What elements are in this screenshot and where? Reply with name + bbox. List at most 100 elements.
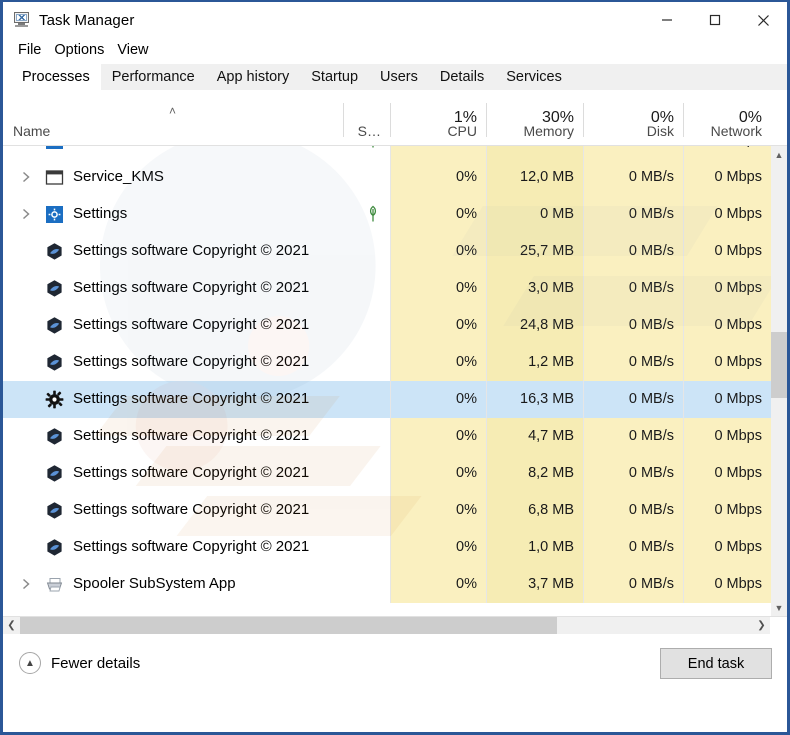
tab-performance[interactable]: Performance	[100, 64, 206, 91]
tab-startup[interactable]: Startup	[300, 64, 370, 91]
cell-cpu: 0%	[456, 280, 477, 296]
table-row[interactable]: Search 0% 0 MB 0 MB/s 0 Mbps	[3, 146, 771, 159]
table-row[interactable]: Spooler SubSystem App 0% 3,7 MB 0 MB/s 0 Mbp…	[3, 566, 771, 603]
scroll-left-button[interactable]: ❮	[3, 617, 20, 634]
cell-disk: 0 MB/s	[628, 391, 674, 407]
maximize-button[interactable]	[691, 2, 739, 38]
process-name: Settings software Copyright © 2021	[73, 390, 310, 407]
process-name: Settings software Copyright © 2021	[73, 279, 310, 296]
tab-app-history[interactable]: App history	[205, 64, 301, 91]
dark-hex-icon	[45, 242, 64, 261]
tab-processes[interactable]: Processes	[11, 64, 101, 91]
column-divider[interactable]	[486, 103, 487, 137]
search-app-icon	[45, 146, 64, 150]
menu-item-file[interactable]: File	[12, 41, 47, 60]
cell-cpu: 0%	[456, 243, 477, 259]
dark-hex-icon	[45, 316, 64, 335]
cell-network: 0 Mbps	[683, 146, 762, 148]
menu-bar: File Options View	[3, 38, 787, 63]
scroll-right-button[interactable]: ❯	[753, 617, 770, 634]
cell-memory: 1,2 MB	[528, 354, 574, 370]
minimize-icon	[662, 19, 672, 21]
cell-memory: 4,7 MB	[528, 428, 574, 444]
table-row[interactable]: Settings software Copyright © 2021 0% 24,8…	[3, 307, 771, 344]
cell-disk: 0 MB/s	[583, 146, 674, 148]
column-divider[interactable]	[390, 103, 391, 137]
fewer-details-button[interactable]: ▲ Fewer details	[19, 652, 140, 674]
cell-network: 0 Mbps	[714, 428, 762, 444]
table-row[interactable]: Settings software Copyright © 2021 0% 4,7 …	[3, 418, 771, 455]
settings-blue-icon	[45, 205, 64, 224]
expand-chevron-icon[interactable]	[20, 577, 32, 591]
scroll-up-button[interactable]: ▲	[771, 146, 787, 163]
cell-disk: 0 MB/s	[628, 502, 674, 518]
table-row[interactable]: Settings software Copyright © 2021 0% 6,8 …	[3, 492, 771, 529]
suspended-leaf-icon	[366, 205, 382, 224]
table-row[interactable]: Service_KMS 0% 12,0 MB 0 MB/s 0 Mbps	[3, 159, 771, 196]
cell-memory: 3,0 MB	[528, 280, 574, 296]
column-divider[interactable]	[683, 103, 684, 137]
process-list[interactable]: Search 0% 0 MB 0 MB/s 0 Mbps Service_KMS 0% 12,…	[3, 146, 787, 616]
column-header: ˄ Name S… 1% CPU 30% Memory 0% Disk 0% Network	[3, 91, 787, 146]
cell-disk: 0 MB/s	[628, 465, 674, 481]
process-name: Settings	[73, 205, 128, 222]
process-name: Settings software Copyright © 2021	[73, 501, 310, 518]
table-row[interactable]: Settings software Copyright © 2021 0% 1,0 …	[3, 529, 771, 566]
column-label-status: S…	[357, 123, 381, 139]
dark-hex-icon	[45, 464, 64, 483]
column-header-disk[interactable]: 0% Disk	[583, 91, 683, 145]
table-row[interactable]: Settings software Copyright © 2021 0% 3,0 …	[3, 270, 771, 307]
column-label-network: Network	[710, 123, 762, 139]
cell-cpu: 0%	[390, 146, 477, 148]
column-header-cpu[interactable]: 1% CPU	[390, 91, 486, 145]
column-header-name[interactable]: Name	[3, 91, 343, 145]
expand-chevron-icon[interactable]	[20, 146, 32, 147]
process-name: Settings software Copyright © 2021	[73, 242, 310, 259]
table-row[interactable]: Settings software Copyright © 2021 0% 25,7…	[3, 233, 771, 270]
end-task-button[interactable]: End task	[660, 648, 772, 679]
dark-hex-icon	[45, 538, 64, 557]
table-row[interactable]: Settings software Copyright © 2021 0% 16,3…	[3, 381, 771, 418]
column-header-status[interactable]: S…	[343, 91, 390, 145]
cell-disk: 0 MB/s	[628, 428, 674, 444]
maximize-icon	[709, 14, 721, 26]
horizontal-scroll-thumb[interactable]	[20, 617, 557, 634]
footer-bar: ▲ Fewer details End task	[3, 634, 787, 692]
tab-users[interactable]: Users	[369, 64, 429, 91]
cell-cpu: 0%	[456, 539, 477, 555]
column-divider[interactable]	[343, 103, 344, 137]
close-icon	[757, 14, 769, 26]
chevron-up-circle-icon: ▲	[19, 652, 41, 674]
scrollbar-corner	[770, 617, 787, 634]
horizontal-scrollbar[interactable]: ❮ ❯	[3, 616, 787, 634]
printer-icon	[45, 575, 64, 594]
suspended-leaf-icon	[366, 146, 382, 150]
tab-services[interactable]: Services	[495, 64, 573, 91]
table-row[interactable]: Settings software Copyright © 2021 0% 8,2 …	[3, 455, 771, 492]
cell-cpu: 0%	[456, 428, 477, 444]
column-label-memory: Memory	[523, 123, 574, 139]
cell-disk: 0 MB/s	[628, 280, 674, 296]
column-header-memory[interactable]: 30% Memory	[486, 91, 583, 145]
process-name: Settings software Copyright © 2021	[73, 316, 310, 333]
tab-details[interactable]: Details	[428, 64, 496, 91]
vertical-scroll-thumb[interactable]	[771, 332, 787, 398]
close-button[interactable]	[739, 2, 787, 38]
menu-item-options[interactable]: Options	[48, 41, 110, 60]
column-header-network[interactable]: 0% Network	[683, 91, 771, 145]
dark-hex-icon	[45, 427, 64, 446]
cell-cpu: 0%	[456, 391, 477, 407]
table-row[interactable]: Settings software Copyright © 2021 0% 1,2 …	[3, 344, 771, 381]
column-divider[interactable]	[583, 103, 584, 137]
table-row[interactable]: Settings 0% 0 MB 0 MB/s 0 Mbps	[3, 196, 771, 233]
window-title: Task Manager	[39, 11, 135, 29]
cell-memory: 16,3 MB	[520, 391, 574, 407]
expand-chevron-icon[interactable]	[20, 207, 32, 221]
scroll-down-button[interactable]: ▼	[771, 599, 787, 616]
vertical-scrollbar[interactable]: ▲ ▼	[771, 146, 787, 616]
expand-chevron-icon[interactable]	[20, 170, 32, 184]
title-bar: Task Manager	[3, 2, 787, 38]
menu-item-view[interactable]: View	[111, 41, 154, 60]
minimize-button[interactable]	[643, 2, 691, 38]
cell-memory: 0 MB	[486, 146, 574, 148]
